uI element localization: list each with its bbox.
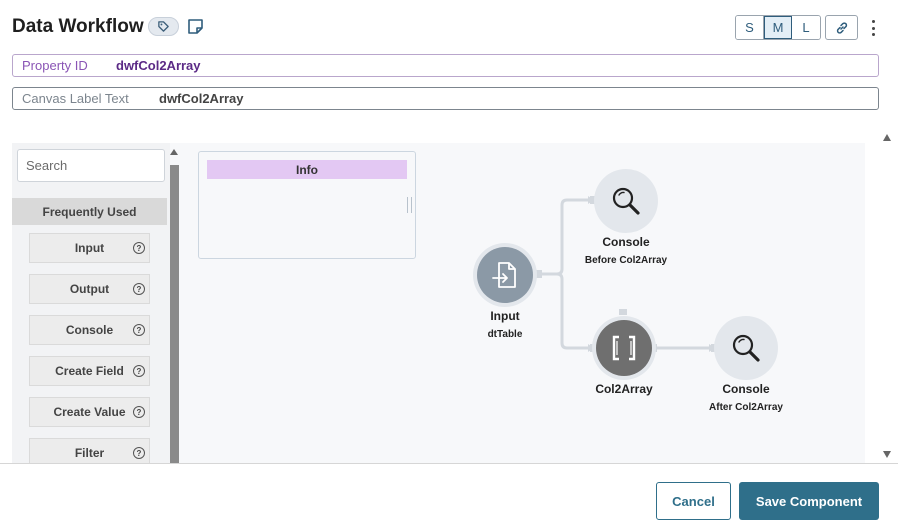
size-medium-button[interactable]: M (764, 16, 792, 39)
save-component-button[interactable]: Save Component (739, 482, 879, 520)
canvas-label-label: Canvas Label Text (22, 91, 129, 106)
canvas-label-field[interactable]: Canvas Label Text dwfCol2Array (12, 87, 879, 110)
property-id-label: Property ID (22, 58, 88, 73)
more-options-icon[interactable] (866, 18, 880, 38)
cancel-button[interactable]: Cancel (656, 482, 731, 520)
workflow-connections (536, 196, 717, 352)
page-title: Data Workflow (12, 16, 144, 37)
scroll-up-arrow-icon[interactable] (883, 134, 891, 141)
tag-icon (158, 21, 169, 32)
sticky-note-icon[interactable] (187, 18, 204, 35)
node-console-after-label: Console (722, 382, 770, 396)
node-console-after[interactable] (714, 316, 778, 380)
magnifier-icon (732, 334, 760, 362)
port-col2array-top (619, 309, 627, 315)
size-toggle-group: S M L (735, 15, 821, 40)
scroll-down-arrow-icon[interactable] (883, 451, 891, 458)
canvas-label-value: dwfCol2Array (159, 91, 244, 106)
node-col2array-label: Col2Array (595, 382, 653, 396)
node-console-before-label: Console (602, 235, 650, 249)
node-console-before[interactable] (594, 169, 658, 233)
size-large-button[interactable]: L (792, 16, 820, 39)
property-id-field[interactable]: Property ID dwfCol2Array (12, 54, 879, 77)
node-console-after-sublabel: After Col2Array (709, 402, 783, 413)
node-input-sublabel: dtTable (487, 329, 523, 340)
property-id-value: dwfCol2Array (116, 58, 201, 73)
node-input[interactable] (473, 243, 537, 307)
workflow-workspace: Frequently Used Input ? Output ? Console… (12, 143, 865, 463)
edge-input-to-col2array (539, 272, 592, 350)
node-console-before-sublabel: Before Col2Array (584, 255, 668, 266)
file-import-icon (492, 262, 516, 288)
size-small-button[interactable]: S (736, 16, 764, 39)
magnifier-icon (612, 187, 640, 215)
canvas-scrollbar[interactable] (880, 132, 894, 458)
dialog-footer: Cancel Save Component (0, 463, 898, 529)
brackets-icon (612, 335, 636, 361)
link-button[interactable] (825, 15, 858, 40)
node-input-label: Input (490, 309, 520, 323)
node-col2array[interactable] (592, 316, 656, 380)
link-icon (836, 21, 847, 34)
tag-button[interactable] (148, 17, 179, 36)
